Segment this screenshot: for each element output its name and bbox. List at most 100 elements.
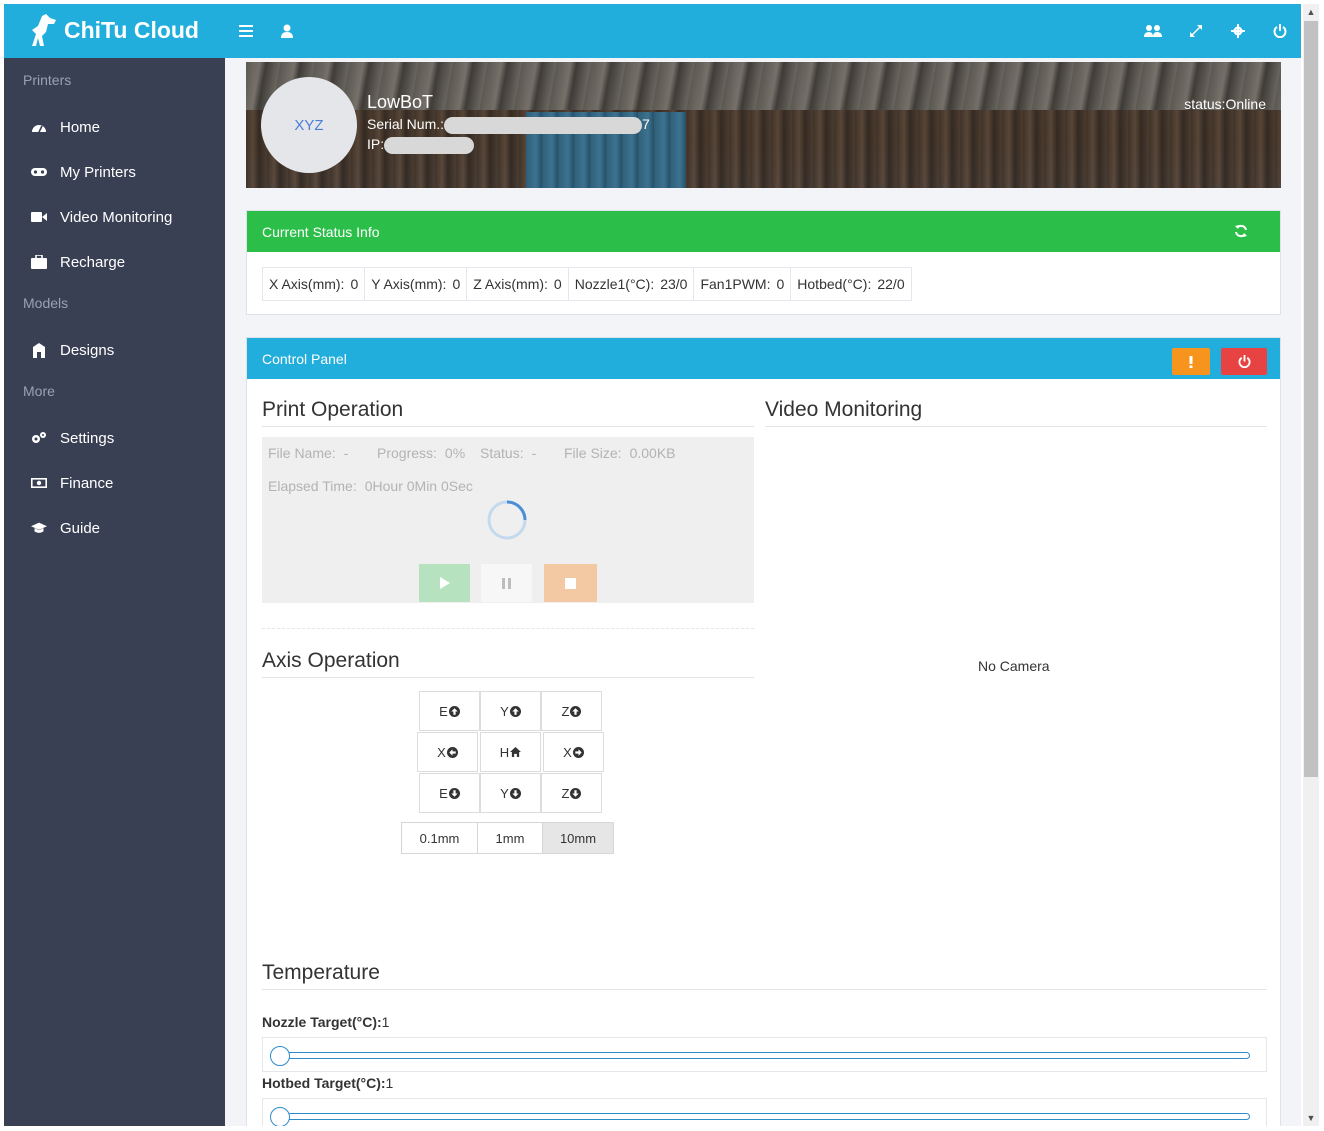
nozzle-target-label: Nozzle Target(°C):1 [262, 1014, 389, 1030]
pause-button[interactable] [481, 564, 532, 602]
printer-serial: Serial Num.: 7 [367, 116, 650, 134]
step-1mm-button[interactable]: 1mm [477, 822, 543, 854]
shutdown-button[interactable] [1221, 348, 1267, 375]
sidebar-item-my-printers[interactable]: My Printers [4, 152, 225, 192]
play-button[interactable] [419, 564, 470, 602]
printer-name: LowBoT [367, 92, 434, 112]
e-up-button[interactable]: E [419, 691, 480, 731]
z-down-button[interactable]: Z [541, 773, 602, 813]
control-panel: Control Panel Print Operation File Name:… [246, 337, 1281, 1126]
y-up-button[interactable]: Y [480, 691, 541, 731]
slider-track[interactable] [281, 1113, 1250, 1120]
stop-icon [565, 577, 576, 589]
print-operation-box: File Name: - Progress: 0% Status: - File Si… [262, 437, 754, 603]
printer-avatar: XYZ [261, 77, 357, 173]
progress-info: Progress: 0% [377, 445, 465, 461]
refresh-icon[interactable] [1234, 224, 1248, 241]
scrollbar-thumb[interactable] [1304, 21, 1318, 777]
x-left-button[interactable]: X [417, 732, 478, 772]
sidebar-item-label: Settings [60, 429, 115, 447]
sidebar-item-video-monitoring[interactable]: Video Monitoring [4, 197, 225, 237]
y-down-button[interactable]: Y [480, 773, 541, 813]
z-up-button[interactable]: Z [541, 691, 602, 731]
home-button[interactable]: H [480, 732, 541, 772]
loading-spinner-icon [487, 500, 527, 540]
sidebar-item-guide[interactable]: Guide [4, 508, 225, 548]
scroll-up-arrow-icon[interactable]: ▲ [1303, 4, 1319, 20]
status-value: 23/0 [660, 276, 688, 292]
elapsed-label: Elapsed Time: [268, 478, 357, 494]
axis-operation-title: Axis Operation [262, 649, 754, 678]
print-status-label: Status: [480, 445, 524, 461]
stop-button[interactable] [544, 564, 597, 602]
sidebar-item-designs[interactable]: Designs [4, 330, 225, 370]
status-x-axis: X Axis(mm): 0 [263, 268, 366, 300]
slider-handle[interactable] [270, 1046, 290, 1066]
play-icon [439, 577, 450, 589]
axis-label: E [439, 703, 448, 719]
briefcase-icon [31, 254, 47, 270]
arrow-left-circle-icon [446, 746, 458, 758]
slider-handle[interactable] [270, 1107, 290, 1126]
status-value: 22/0 [877, 276, 905, 292]
page-scrollbar[interactable]: ▲ ▼ [1303, 4, 1319, 1126]
cube-icon [31, 342, 47, 358]
home-icon [510, 747, 522, 757]
file-size-label: File Size: [564, 445, 622, 461]
scroll-down-arrow-icon[interactable]: ▼ [1303, 1110, 1319, 1126]
no-camera-text: No Camera [978, 658, 1050, 674]
sidebar-item-finance[interactable]: Finance [4, 463, 225, 503]
axis-label: X [437, 744, 446, 760]
logo[interactable]: ChiTu Cloud [26, 10, 199, 50]
axis-controls: E Y Z X H X E Y Z [417, 689, 607, 819]
horse-logo-icon [32, 14, 56, 46]
status-label: Hotbed(°C): [797, 276, 872, 292]
status-panel-header: Current Status Info [247, 211, 1280, 252]
axis-label: Y [500, 785, 509, 801]
power-icon[interactable] [1270, 21, 1290, 41]
redacted-ip [384, 136, 475, 154]
video-monitoring-title: Video Monitoring [765, 398, 1267, 427]
temperature-title: Temperature [262, 961, 1267, 990]
e-down-button[interactable]: E [419, 773, 480, 813]
elapsed-value: 0Hour 0Min 0Sec [364, 478, 473, 494]
status-panel-title: Current Status Info [262, 223, 380, 240]
power-icon [1237, 355, 1251, 368]
users-icon[interactable] [1143, 21, 1163, 41]
exclamation-icon [1189, 355, 1193, 368]
status-label: Nozzle1(°C): [574, 276, 655, 292]
status-z-axis: Z Axis(mm): 0 [467, 268, 569, 300]
sidebar-item-home[interactable]: Home [4, 107, 225, 147]
pause-icon [502, 577, 511, 589]
nozzle-target-value: 1 [381, 1014, 390, 1030]
step-10mm-button[interactable]: 10mm [542, 822, 614, 854]
sidebar-item-recharge[interactable]: Recharge [4, 242, 225, 282]
video-icon [31, 209, 47, 225]
redacted-serial [444, 116, 643, 134]
ip-label: IP: [367, 136, 385, 152]
step-0-1mm-button[interactable]: 0.1mm [401, 822, 478, 854]
hotbed-target-slider[interactable] [262, 1098, 1267, 1126]
expand-icon[interactable] [1186, 21, 1206, 41]
status-value: 0 [452, 276, 461, 292]
status-label: Z Axis(mm): [473, 276, 548, 292]
status-label: X Axis(mm): [269, 276, 345, 292]
money-icon [31, 475, 47, 491]
user-icon[interactable] [277, 21, 297, 41]
gear-icon[interactable] [1228, 21, 1248, 41]
sidebar-item-settings[interactable]: Settings [4, 418, 225, 458]
alert-button[interactable] [1172, 348, 1210, 375]
dashboard-icon [31, 119, 47, 135]
status-value: 0 [350, 276, 359, 292]
status-y-axis: Y Axis(mm): 0 [365, 268, 468, 300]
slider-track[interactable] [281, 1052, 1250, 1059]
arrow-up-circle-icon [448, 705, 460, 717]
divider [262, 628, 754, 629]
menu-icon[interactable] [236, 21, 256, 41]
nozzle-target-slider[interactable] [262, 1037, 1267, 1072]
printer-status: status:Online [1184, 96, 1266, 112]
status-value: 0 [776, 276, 785, 292]
file-name-label: File Name: [268, 445, 336, 461]
x-right-button[interactable]: X [543, 732, 604, 772]
printer-ip: IP: [367, 136, 475, 154]
